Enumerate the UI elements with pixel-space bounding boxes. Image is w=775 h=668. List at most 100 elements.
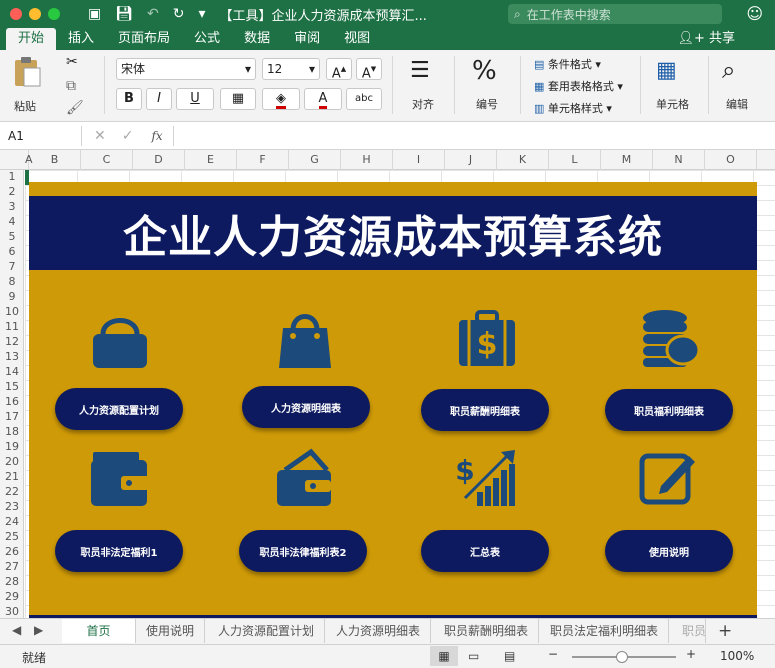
row-header-5[interactable]: 5 xyxy=(0,230,23,243)
row-header-6[interactable]: 6 xyxy=(0,245,23,258)
normal-view-icon[interactable]: ▦ xyxy=(430,646,458,666)
formula-input[interactable] xyxy=(172,125,775,146)
sheet-tab-partial[interactable]: 职员 xyxy=(672,619,706,643)
row-header-8[interactable]: 8 xyxy=(0,275,23,288)
cells-button[interactable]: ▦ 单元格 xyxy=(652,56,696,116)
confirm-icon[interactable]: ✓ xyxy=(122,128,134,144)
tab-view[interactable]: 视图 xyxy=(332,28,382,50)
sheet-tab-salary-detail[interactable]: 职员薪酬明细表 xyxy=(434,619,540,643)
tab-insert[interactable]: 插入 xyxy=(56,28,106,50)
edit-note-icon[interactable] xyxy=(639,448,699,508)
share-button[interactable]: 👤︎+ 共享 xyxy=(677,28,735,50)
cell-styles-button[interactable]: ▥ 单元格样式 ▾ xyxy=(534,100,612,116)
row-header-24[interactable]: 24 xyxy=(0,515,23,528)
btn-hr-allocation-plan[interactable]: 人力资源配置计划 xyxy=(55,388,183,430)
row-header-2[interactable]: 2 xyxy=(0,185,23,198)
tab-page-layout[interactable]: 页面布局 xyxy=(106,28,182,50)
increase-font-button[interactable]: A▴ xyxy=(326,58,352,81)
column-header-b[interactable]: B xyxy=(29,150,81,170)
zoom-in-icon[interactable]: + xyxy=(686,647,696,661)
column-header-e[interactable]: E xyxy=(185,150,237,170)
redo-icon[interactable]: ↻ xyxy=(173,6,185,22)
row-header-23[interactable]: 23 xyxy=(0,500,23,513)
minimize-window-button[interactable] xyxy=(29,8,41,20)
font-name-select[interactable]: 宋体 ▾ xyxy=(116,58,256,80)
phonetic-button[interactable]: abc xyxy=(346,88,382,110)
decrease-font-button[interactable]: A▾ xyxy=(356,58,382,81)
zoom-slider-thumb[interactable] xyxy=(616,651,628,663)
italic-button[interactable]: I xyxy=(146,88,172,110)
function-icon[interactable]: fx xyxy=(151,129,162,143)
column-header-m[interactable]: M xyxy=(601,150,653,170)
shopping-bag-icon[interactable] xyxy=(277,308,333,370)
row-header-20[interactable]: 20 xyxy=(0,455,23,468)
feedback-icon[interactable]: ☺ xyxy=(746,4,763,23)
tab-formulas[interactable]: 公式 xyxy=(182,28,232,50)
row-header-9[interactable]: 9 xyxy=(0,290,23,303)
growth-chart-icon[interactable]: $ xyxy=(457,448,519,508)
row-header-4[interactable]: 4 xyxy=(0,215,23,228)
underline-button[interactable]: U xyxy=(176,88,214,110)
copy-icon[interactable]: ⧉ xyxy=(66,78,76,94)
column-header-g[interactable]: G xyxy=(289,150,341,170)
row-header-29[interactable]: 29 xyxy=(0,590,23,603)
tab-review[interactable]: 审阅 xyxy=(282,28,332,50)
btn-nonstatutory-welfare-2[interactable]: 职员非法律福利表2 xyxy=(239,530,367,572)
coins-stack-icon[interactable] xyxy=(639,308,701,368)
sheet-tab-instructions[interactable]: 使用说明 xyxy=(136,619,206,643)
row-header-21[interactable]: 21 xyxy=(0,470,23,483)
conditional-format-button[interactable]: ▤ 条件格式 ▾ xyxy=(534,56,601,72)
fill-color-button[interactable]: ◈ xyxy=(262,88,300,110)
column-header-f[interactable]: F xyxy=(237,150,289,170)
row-header-27[interactable]: 27 xyxy=(0,560,23,573)
column-header-i[interactable]: I xyxy=(393,150,445,170)
undo-icon[interactable]: ↶ xyxy=(147,6,159,22)
tab-data[interactable]: 数据 xyxy=(232,28,282,50)
row-header-19[interactable]: 19 xyxy=(0,440,23,453)
column-header-h[interactable]: H xyxy=(341,150,393,170)
row-header-3[interactable]: 3 xyxy=(0,200,23,213)
row-header-7[interactable]: 7 xyxy=(0,260,23,273)
zoom-window-button[interactable] xyxy=(48,8,60,20)
sheet-tab-statutory-welfare[interactable]: 职员法定福利明细表 xyxy=(540,619,670,643)
row-header-11[interactable]: 11 xyxy=(0,320,23,333)
column-header-n[interactable]: N xyxy=(653,150,705,170)
sheet-tab-home[interactable]: 首页 xyxy=(62,619,136,643)
btn-instructions[interactable]: 使用说明 xyxy=(605,530,733,572)
cut-icon[interactable]: ✂ xyxy=(66,54,78,70)
add-sheet-icon[interactable]: + xyxy=(718,621,732,641)
font-color-button[interactable]: A xyxy=(304,88,342,110)
row-header-14[interactable]: 14 xyxy=(0,365,23,378)
column-header-c[interactable]: C xyxy=(81,150,133,170)
close-window-button[interactable] xyxy=(10,8,22,20)
column-header-j[interactable]: J xyxy=(445,150,497,170)
row-header-25[interactable]: 25 xyxy=(0,530,23,543)
name-box[interactable]: A1 xyxy=(0,125,82,146)
row-header-10[interactable]: 10 xyxy=(0,305,23,318)
row-header-28[interactable]: 28 xyxy=(0,575,23,588)
page-break-view-icon[interactable]: ▤ xyxy=(504,646,515,666)
row-header-13[interactable]: 13 xyxy=(0,350,23,363)
sidebar-icon[interactable]: ▣ xyxy=(88,6,101,22)
money-case-icon[interactable]: $ xyxy=(457,310,517,368)
column-header-o[interactable]: O xyxy=(705,150,757,170)
customize-toolbar-icon[interactable]: ▾ xyxy=(198,6,205,22)
bold-button[interactable]: B xyxy=(116,88,142,110)
zoom-slider[interactable] xyxy=(572,651,676,663)
btn-summary[interactable]: 汇总表 xyxy=(421,530,549,572)
btn-salary-detail[interactable]: 职员薪酬明细表 xyxy=(421,389,549,431)
btn-nonstatutory-welfare-1[interactable]: 职员非法定福利1 xyxy=(55,530,183,572)
row-header-12[interactable]: 12 xyxy=(0,335,23,348)
row-header-18[interactable]: 18 xyxy=(0,425,23,438)
sheet-tab-allocation-plan[interactable]: 人力资源配置计划 xyxy=(208,619,326,643)
wallet-icon[interactable] xyxy=(89,450,151,508)
prev-sheet-icon[interactable]: ◀ xyxy=(12,623,21,637)
worksheet-grid[interactable]: 企业人力资源成本预算系统 $ 人力资源配置计划 人力资源明细表 职员薪酬明细表 … xyxy=(25,170,775,618)
tab-home[interactable]: 开始 xyxy=(6,28,57,50)
page-layout-view-icon[interactable]: ▭ xyxy=(468,646,479,666)
column-header-d[interactable]: D xyxy=(133,150,185,170)
shopping-basket-icon[interactable] xyxy=(89,310,151,370)
font-size-select[interactable]: 12 ▾ xyxy=(262,58,320,80)
wallet-money-icon[interactable] xyxy=(275,448,335,508)
row-header-16[interactable]: 16 xyxy=(0,395,23,408)
